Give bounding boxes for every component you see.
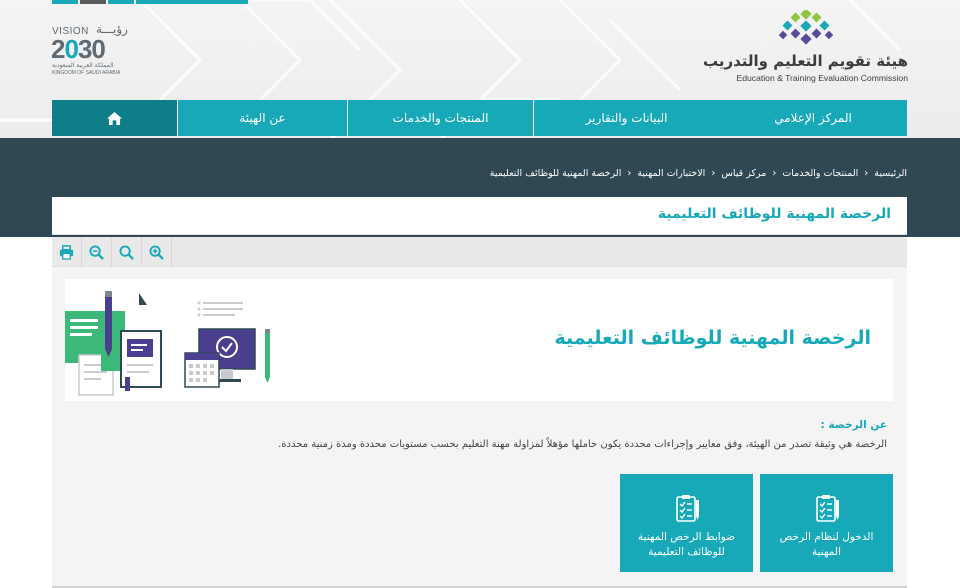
license-system-login-card[interactable]: الدخول لنظام الرخص المهنية [760,474,893,572]
license-illustration [65,291,270,396]
top-tab[interactable] [136,0,248,4]
breadcrumb-item-professional-tests[interactable]: الاختبارات المهنية [637,168,705,179]
license-regulations-card[interactable]: ضوابط الرخص المهنية للوظائف التعليمية [620,474,753,572]
zoom-in-icon [149,244,164,260]
breadcrumb-item-qiyas[interactable]: مركز قياس [721,168,766,179]
hero-title: الرخصة المهنية للوظائف التعليمية [554,327,871,349]
checklist-icon [675,495,699,522]
chevron-left-icon: ‹ [627,168,632,179]
checklist-icon [815,495,839,522]
license-regulations-label: ضوابط الرخص المهنية للوظائف التعليمية [637,531,736,558]
breadcrumb-item-home[interactable]: الرئيسية [874,168,907,179]
org-name-english: Education & Training Evaluation Commissi… [736,73,909,83]
top-tab[interactable] [108,0,134,4]
top-tab[interactable] [52,0,78,4]
home-icon [107,111,122,125]
hero-banner: الرخصة المهنية للوظائف التعليمية [65,279,893,401]
breadcrumb-item-products[interactable]: المنتجات والخدمات [782,168,858,179]
main-content: الرخصة المهنية للوظائف التعليمية عن الرخ… [52,237,907,588]
zoom-reset-button[interactable] [112,237,142,267]
main-nav: عن الهيئة المنتجات والخدمات البيانات وال… [52,100,907,136]
vision-year: 2030 [51,34,106,64]
chevron-left-icon: ‹ [772,168,777,179]
license-system-login-label: الدخول لنظام الرخص المهنية [779,531,874,558]
zoom-in-button[interactable] [142,237,172,267]
print-button[interactable] [52,237,82,267]
about-license-label: عن الرخصة : [820,419,888,431]
vision-kingdom-en: KINGDOM OF SAUDI ARABIA [52,70,121,76]
page-title-bar: الرخصة المهنية للوظائف التعليمية [52,197,907,235]
nav-item-media-center[interactable]: المركز الإعلامي [719,100,907,136]
nav-item-products[interactable]: المنتجات والخدمات [347,100,533,136]
page-title: الرخصة المهنية للوظائف التعليمية [657,206,891,222]
zoom-out-icon [89,244,104,260]
search-icon [119,244,134,260]
page-toolbar [52,237,907,267]
nav-home[interactable] [52,100,177,136]
chevron-left-icon: ‹ [711,168,716,179]
vision-2030-logo[interactable]: VISION رؤيـــة 2030 المملكة العربية السع… [50,22,130,78]
etec-logo[interactable]: هيئة تقويم التعليم والتدريب Education & … [703,10,909,88]
zoom-out-button[interactable] [82,237,112,267]
etec-logo-mark [778,10,834,45]
print-icon [59,244,74,260]
vision-kingdom-ar: المملكة العربية السعودية [52,62,114,69]
about-license-text: الرخصة هي وثيقة تصدر من الهيئة، وفق معاي… [278,439,887,450]
top-tab[interactable] [80,0,106,4]
breadcrumb: الرئيسية ‹ المنتجات والخدمات ‹ مركز قياس… [490,168,907,179]
org-name-arabic: هيئة تقويم التعليم والتدريب [702,52,908,70]
chevron-left-icon: ‹ [864,168,869,179]
site-header: VISION رؤيـــة 2030 المملكة العربية السع… [0,0,960,138]
nav-item-data-reports[interactable]: البيانات والتقارير [533,100,719,136]
breadcrumb-item-current: الرخصة المهنية للوظائف التعليمية [489,168,622,179]
nav-item-about[interactable]: عن الهيئة [177,100,347,136]
top-utility-tabs [52,0,248,4]
